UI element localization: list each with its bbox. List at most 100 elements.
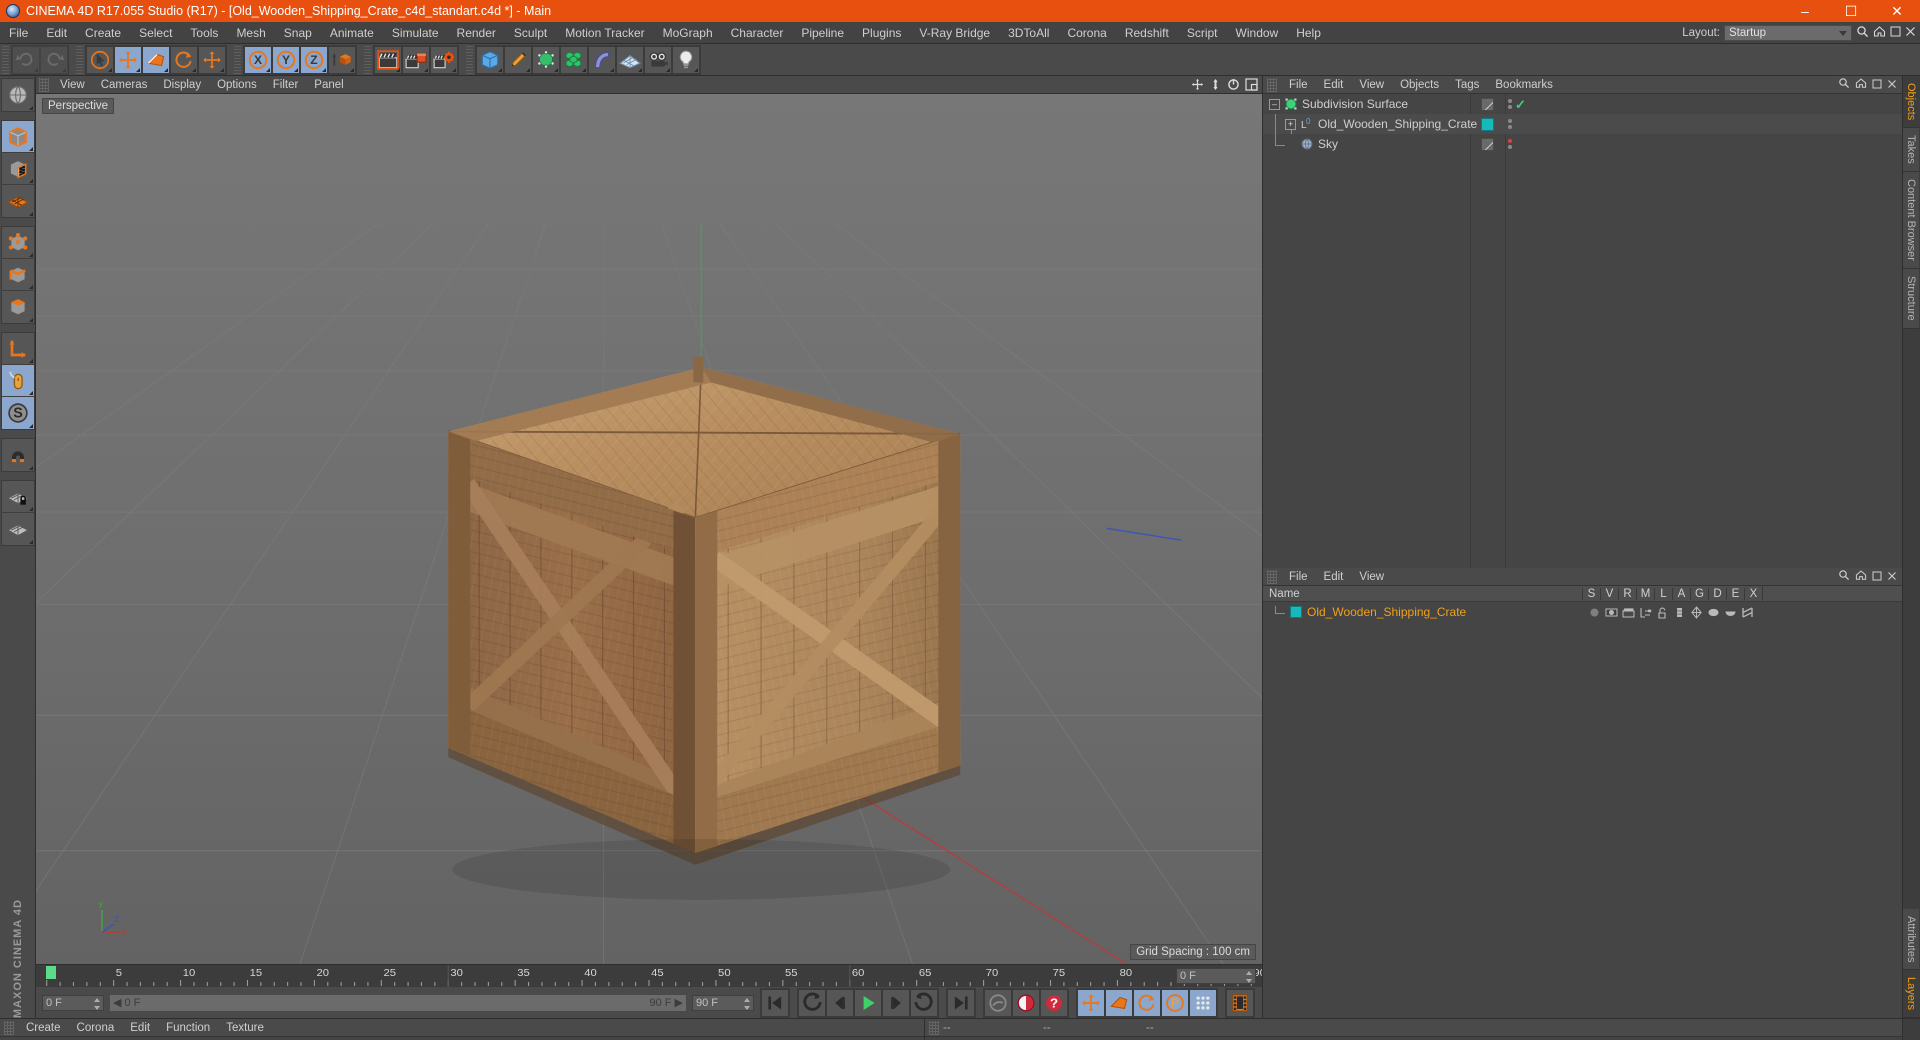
- step-forward-button[interactable]: [882, 988, 910, 1017]
- column-header-m[interactable]: M: [1636, 587, 1654, 600]
- search-icon[interactable]: [1838, 77, 1850, 92]
- current-frame-field[interactable]: 0 F: [1176, 968, 1256, 984]
- go-to-start-button[interactable]: [761, 988, 789, 1017]
- vertical-tab-structure[interactable]: Structure: [1903, 268, 1919, 329]
- add-cube-button[interactable]: [476, 45, 504, 74]
- menu-item-pipeline[interactable]: Pipeline: [792, 22, 853, 44]
- undo-button[interactable]: [12, 45, 40, 74]
- add-bend-button[interactable]: [588, 45, 616, 74]
- object-manager-menu-view[interactable]: View: [1351, 76, 1392, 94]
- object-manager-menu-objects[interactable]: Objects: [1392, 76, 1447, 94]
- display-tag-icon[interactable]: [1605, 606, 1618, 619]
- menu-item-script[interactable]: Script: [1178, 22, 1227, 44]
- subdivision-surface-icon[interactable]: [1284, 97, 1298, 111]
- menu-item-sculpt[interactable]: Sculpt: [505, 22, 556, 44]
- minimize-panel-icon[interactable]: [1872, 570, 1882, 584]
- toolbar-grip-icon[interactable]: [2, 45, 9, 74]
- range-right-arrow-icon[interactable]: ▶: [675, 996, 683, 1009]
- timeline-playhead[interactable]: [46, 966, 56, 979]
- tag-manager-menu-view[interactable]: View: [1351, 568, 1392, 586]
- menu-item-render[interactable]: Render: [448, 22, 505, 44]
- menu-item-redshift[interactable]: Redshift: [1116, 22, 1178, 44]
- unlock-icon[interactable]: [1656, 606, 1669, 619]
- material-tag-list[interactable]: Old_Wooden_Shipping_Crate: [1263, 602, 1902, 1018]
- visibility-dots-icon[interactable]: [1508, 139, 1512, 149]
- menu-item-mograph[interactable]: MoGraph: [654, 22, 722, 44]
- axis-modify-button[interactable]: [1, 333, 34, 365]
- previous-key-button[interactable]: [798, 988, 826, 1017]
- move-view-icon[interactable]: [1191, 78, 1204, 94]
- close-layout-icon[interactable]: [1905, 26, 1916, 40]
- add-array-button[interactable]: [560, 45, 588, 74]
- workplane-button[interactable]: [1, 513, 34, 545]
- vertical-tab-attributes[interactable]: Attributes: [1903, 908, 1919, 970]
- minimize-layout-icon[interactable]: [1890, 26, 1901, 40]
- list-icon[interactable]: [1673, 606, 1686, 619]
- column-header-l[interactable]: L: [1654, 587, 1672, 600]
- visibility-dots-cell[interactable]: [1505, 139, 1539, 149]
- redo-button[interactable]: [40, 45, 68, 74]
- menu-item-select[interactable]: Select: [130, 22, 181, 44]
- panel-grip-icon[interactable]: [39, 77, 49, 92]
- panel-grip-icon[interactable]: [1267, 569, 1277, 584]
- menu-item-simulate[interactable]: Simulate: [383, 22, 448, 44]
- points-mode-button[interactable]: [1, 227, 34, 259]
- viewport-menu-options[interactable]: Options: [209, 76, 265, 94]
- column-header-r[interactable]: R: [1618, 587, 1636, 600]
- spinner-icon[interactable]: [94, 997, 101, 1010]
- pan-view-icon[interactable]: [1209, 78, 1222, 94]
- material-manager-menu-texture[interactable]: Texture: [218, 1019, 272, 1037]
- column-header-x[interactable]: X: [1744, 587, 1762, 600]
- go-to-end-button[interactable]: [947, 988, 975, 1017]
- menu-item-edit[interactable]: Edit: [37, 22, 76, 44]
- object-manager-menu-bookmarks[interactable]: Bookmarks: [1487, 76, 1561, 94]
- render-to-picture-viewer-button[interactable]: [402, 45, 430, 74]
- visibility-dots-cell[interactable]: [1505, 119, 1539, 129]
- minimize-panel-icon[interactable]: [1872, 78, 1882, 92]
- parameter-key-button[interactable]: P: [1161, 988, 1189, 1017]
- material-manager-menu-create[interactable]: Create: [18, 1019, 69, 1037]
- add-light-button[interactable]: [672, 45, 700, 74]
- object-tree[interactable]: – Subdivision Surface ✓ + L 0 Old_Wooden_Shipp…: [1263, 94, 1902, 568]
- range-left-arrow-icon[interactable]: ◀: [113, 996, 121, 1009]
- render-settings-button[interactable]: [430, 45, 458, 74]
- visibility-dots-cell[interactable]: ✓: [1505, 98, 1539, 111]
- texture-mode-button[interactable]: [1, 153, 34, 185]
- material-tag-icon[interactable]: [1481, 117, 1494, 131]
- vertical-tab-layers[interactable]: Layers: [1903, 969, 1919, 1018]
- object-row[interactable]: + L 0 Old_Wooden_Shipping_Crate: [1263, 114, 1902, 134]
- add-hypernurbs-button[interactable]: [532, 45, 560, 74]
- render-tag-icon[interactable]: [1622, 606, 1635, 619]
- bowl-icon[interactable]: [1724, 606, 1737, 619]
- object-tag-cell[interactable]: [1470, 137, 1505, 151]
- hierarchy-icon[interactable]: [1639, 606, 1652, 619]
- spinner-icon[interactable]: [1246, 971, 1253, 983]
- panel-grip-icon[interactable]: [4, 1020, 14, 1035]
- grid-mode-button[interactable]: [1, 185, 34, 217]
- close-panel-icon[interactable]: [1887, 78, 1897, 92]
- vertical-tab-takes[interactable]: Takes: [1903, 128, 1919, 173]
- vertical-tab-objects[interactable]: Objects: [1903, 76, 1919, 129]
- home-icon[interactable]: [1855, 77, 1867, 92]
- frame-start-field[interactable]: 0 F: [42, 994, 104, 1011]
- viewport-3d[interactable]: Perspective Grid Spacing : 100 cm Y X Z: [36, 94, 1262, 964]
- spinner-icon[interactable]: [744, 997, 751, 1010]
- move-duplicate-button[interactable]: [198, 45, 226, 74]
- material-manager-menu-function[interactable]: Function: [158, 1019, 218, 1037]
- expand-collapse-icon[interactable]: –: [1269, 98, 1280, 110]
- menu-item-plugins[interactable]: Plugins: [853, 22, 910, 44]
- column-header-e[interactable]: E: [1726, 587, 1744, 600]
- toolbar-grip-icon[interactable]: [234, 45, 241, 74]
- timeline-button[interactable]: [1226, 988, 1254, 1017]
- move-tool-button[interactable]: [114, 45, 142, 74]
- viewport-menu-filter[interactable]: Filter: [265, 76, 307, 94]
- enable-axis-button[interactable]: [1, 365, 34, 397]
- home-icon[interactable]: [1855, 569, 1867, 584]
- timeline-ticks[interactable]: 051015202530354045505560657075808590: [36, 965, 1262, 987]
- timeline-range-slider[interactable]: ◀ 0 F 90 F ▶: [109, 993, 687, 1012]
- add-camera-button[interactable]: [644, 45, 672, 74]
- lock-workplane-button[interactable]: [1, 481, 34, 513]
- menu-item-tools[interactable]: Tools: [181, 22, 227, 44]
- keyframe-selection-button[interactable]: ?: [1040, 988, 1068, 1017]
- position-key-button[interactable]: [1077, 988, 1105, 1017]
